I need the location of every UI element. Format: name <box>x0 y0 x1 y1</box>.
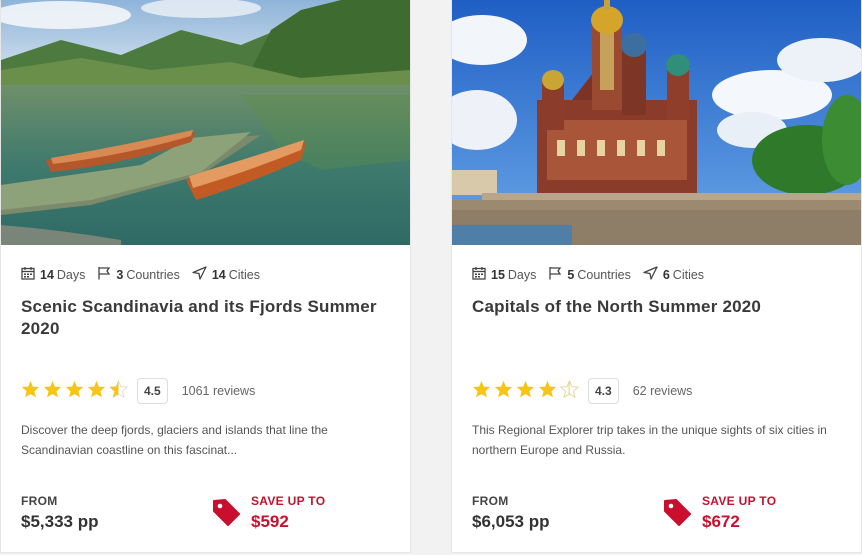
star-icon <box>87 380 109 403</box>
cities-meta: 14 Cities <box>192 266 260 283</box>
countries-value: 3 <box>116 267 124 282</box>
tour-title[interactable]: Scenic Scandinavia and its Fjords Summer… <box>21 296 391 340</box>
rating: 4.5 1061 reviews <box>21 378 255 404</box>
save-label: SAVE UP TO <box>702 494 777 508</box>
star-icon <box>472 380 494 403</box>
flag-icon <box>97 266 116 283</box>
save-label: SAVE UP TO <box>251 494 326 508</box>
days-label: Days <box>56 267 86 282</box>
navigation-icon <box>192 266 212 283</box>
cities-label: Cities <box>228 267 261 282</box>
cities-value: 14 <box>211 267 226 282</box>
tour-photo[interactable] <box>452 0 861 245</box>
tour-description: This Regional Explorer trip takes in the… <box>472 423 827 457</box>
days-meta: 14 Days <box>21 266 85 283</box>
rating: 4.3 62 reviews <box>472 378 692 404</box>
flag-icon <box>548 266 567 283</box>
review-count[interactable]: 62 reviews <box>633 384 693 398</box>
tour-card[interactable]: 14 Days 3 Countries 14 Cities Scenic Sca… <box>0 0 411 553</box>
star-rating <box>472 379 582 403</box>
price: $5,333 pp <box>21 512 99 531</box>
save-amount: $592 <box>251 512 289 531</box>
star-icon <box>43 380 65 403</box>
star-rating <box>21 379 131 403</box>
rating-score: 4.3 <box>588 378 619 404</box>
star-icon <box>516 380 538 403</box>
countries-label: Countries <box>126 267 180 282</box>
cities-label: Cities <box>672 267 705 282</box>
calendar-icon <box>472 266 491 283</box>
cities-value: 6 <box>662 267 670 282</box>
tour-card[interactable]: 15 Days 5 Countries 6 Cities Capitals of… <box>451 0 862 553</box>
tour-photo[interactable] <box>1 0 410 245</box>
days-value: 14 <box>40 267 54 282</box>
countries-meta: 5 Countries <box>548 266 631 283</box>
days-value: 15 <box>491 267 505 282</box>
from-label: FROM <box>21 494 58 508</box>
star-icon <box>21 380 43 403</box>
tour-cards-grid: 14 Days 3 Countries 14 Cities Scenic Sca… <box>0 0 862 555</box>
cathedral-photo <box>452 0 861 245</box>
save-amount: $672 <box>702 512 740 531</box>
tour-title[interactable]: Capitals of the North Summer 2020 <box>472 296 842 318</box>
from-label: FROM <box>472 494 509 508</box>
countries-label: Countries <box>577 267 631 282</box>
price-tag-icon <box>662 497 692 532</box>
countries-meta: 3 Countries <box>97 266 180 283</box>
price: $6,053 pp <box>472 512 550 531</box>
cities-meta: 6 Cities <box>643 266 704 283</box>
price-tag-icon <box>211 497 241 532</box>
star-half-icon <box>108 379 131 403</box>
trip-meta: 14 Days 3 Countries 14 Cities <box>21 266 272 283</box>
days-meta: 15 Days <box>472 266 536 283</box>
star-icon <box>538 380 560 403</box>
navigation-icon <box>643 266 663 283</box>
rating-score: 4.5 <box>137 378 168 404</box>
days-label: Days <box>507 267 537 282</box>
fjord-photo <box>1 0 410 245</box>
review-count[interactable]: 1061 reviews <box>182 384 256 398</box>
countries-value: 5 <box>567 267 575 282</box>
star-icon <box>65 380 87 403</box>
star-icon <box>494 380 516 403</box>
calendar-icon <box>21 266 40 283</box>
trip-meta: 15 Days 5 Countries 6 Cities <box>472 266 716 283</box>
star-empty-icon <box>559 379 582 403</box>
tour-description: Discover the deep fjords, glaciers and i… <box>21 423 328 457</box>
